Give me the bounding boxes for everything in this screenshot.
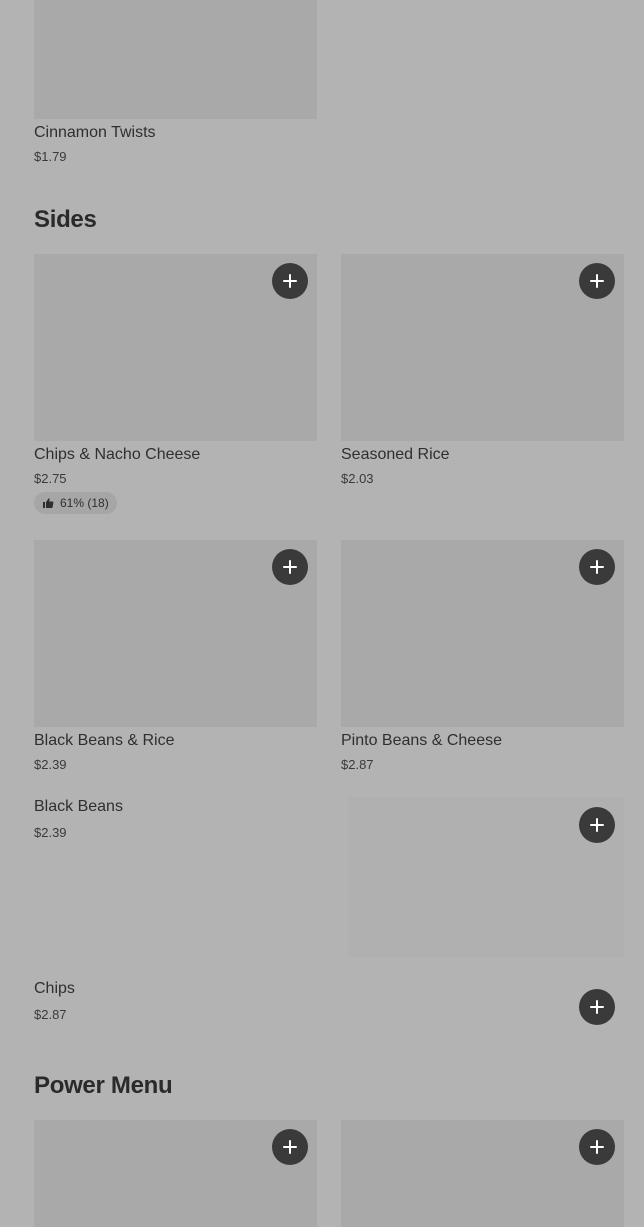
rating-badge: 61% (18) (34, 492, 117, 514)
plus-icon (590, 818, 604, 832)
black-beans-name[interactable]: Black Beans (34, 798, 123, 816)
add-chips-nacho-cheese-button[interactable] (272, 263, 308, 299)
add-pinto-beans-cheese-button[interactable] (579, 549, 615, 585)
plus-icon (283, 1140, 297, 1154)
add-black-beans-button[interactable] (579, 807, 615, 843)
plus-icon (590, 1000, 604, 1014)
cinnamon-twists-price: $1.79 (34, 149, 67, 164)
black-beans-price: $2.39 (34, 825, 67, 840)
thumbs-up-icon (43, 498, 54, 508)
add-power-menu-item-2-button[interactable] (579, 1129, 615, 1165)
pinto-beans-cheese-price: $2.87 (341, 757, 374, 772)
plus-icon (590, 1140, 604, 1154)
add-power-menu-item-1-button[interactable] (272, 1129, 308, 1165)
section-title-sides: Sides (34, 206, 97, 233)
seasoned-rice-name[interactable]: Seasoned Rice (341, 446, 450, 464)
plus-icon (590, 274, 604, 288)
seasoned-rice-price: $2.03 (341, 471, 374, 486)
chips-price: $2.87 (34, 1007, 67, 1022)
black-beans-rice-price: $2.39 (34, 757, 67, 772)
plus-icon (590, 560, 604, 574)
section-title-power-menu: Power Menu (34, 1072, 173, 1099)
plus-icon (283, 274, 297, 288)
chips-nacho-cheese-price: $2.75 (34, 471, 67, 486)
plus-icon (283, 560, 297, 574)
pinto-beans-cheese-name[interactable]: Pinto Beans & Cheese (341, 732, 502, 750)
cinnamon-twists-name[interactable]: Cinnamon Twists (34, 124, 156, 142)
cinnamon-twists-image[interactable] (34, 0, 317, 119)
add-seasoned-rice-button[interactable] (579, 263, 615, 299)
add-black-beans-rice-button[interactable] (272, 549, 308, 585)
chips-nacho-cheese-name[interactable]: Chips & Nacho Cheese (34, 446, 200, 464)
rating-text: 61% (18) (60, 496, 109, 510)
black-beans-rice-name[interactable]: Black Beans & Rice (34, 732, 175, 750)
add-chips-button[interactable] (579, 989, 615, 1025)
chips-name[interactable]: Chips (34, 980, 75, 998)
